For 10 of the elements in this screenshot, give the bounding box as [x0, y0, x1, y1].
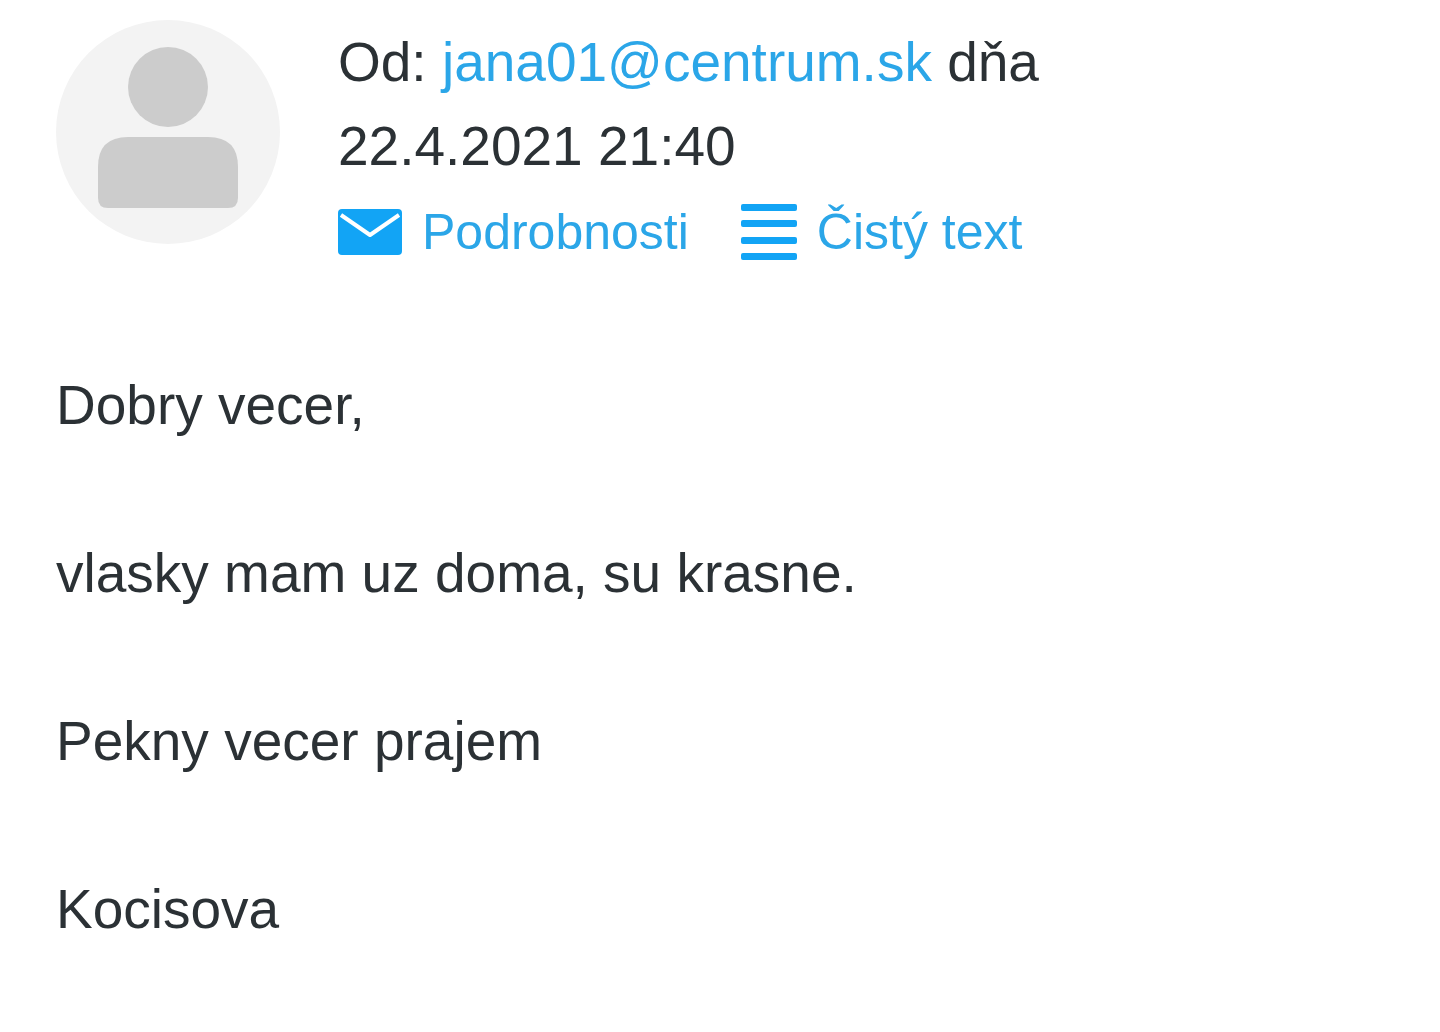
- plain-text-link[interactable]: Čistý text: [740, 202, 1023, 262]
- details-link[interactable]: Podrobnosti: [338, 202, 689, 262]
- message-paragraph: Dobry vecer,: [56, 373, 366, 438]
- message-paragraph: Kocisova: [56, 877, 281, 942]
- message-paragraph: Pekny vecer prajem: [56, 709, 544, 774]
- lines-icon: [740, 204, 797, 260]
- message-paragraph: vlasky mam uz doma, su krasne.: [56, 541, 858, 606]
- sender-line: Od: jana01@centrum.sk dňa 22.4.2021 21:40: [338, 30, 1040, 179]
- envelope-icon: [338, 209, 402, 255]
- sender-email-link[interactable]: jana01@centrum.sk: [441, 31, 932, 93]
